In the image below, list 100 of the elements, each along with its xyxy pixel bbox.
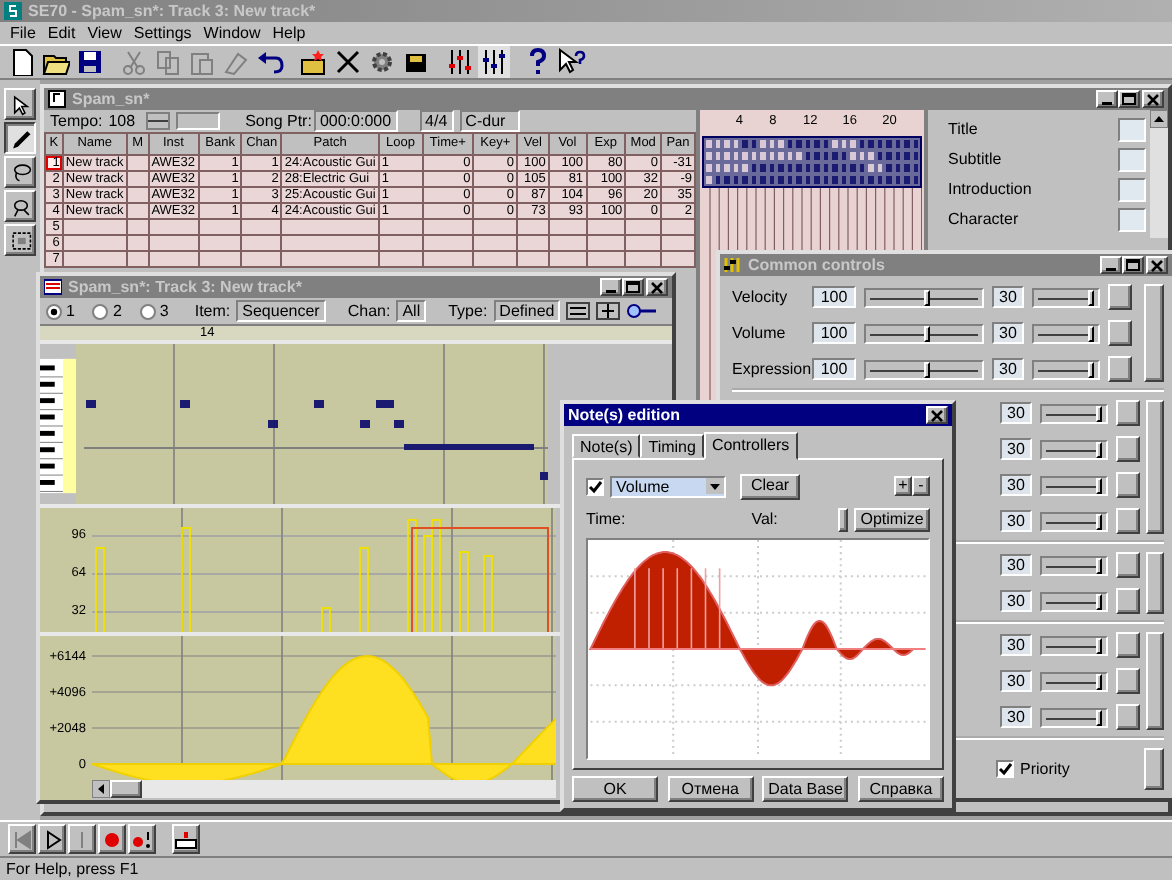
slider[interactable] bbox=[864, 287, 984, 307]
slider-thumb[interactable] bbox=[1087, 289, 1094, 305]
small-button[interactable] bbox=[1108, 356, 1132, 382]
grid-cell[interactable] bbox=[884, 162, 893, 174]
value-field[interactable]: 30 bbox=[1000, 634, 1032, 656]
tab[interactable]: Note(s) bbox=[572, 434, 641, 458]
grid-cell[interactable] bbox=[704, 138, 713, 150]
grid-cell[interactable] bbox=[722, 150, 731, 162]
grid-cell[interactable] bbox=[794, 162, 803, 174]
slider[interactable] bbox=[864, 359, 984, 379]
type-field[interactable]: Defined bbox=[493, 300, 561, 322]
grid-cell[interactable] bbox=[830, 162, 839, 174]
value-field[interactable]: 30 bbox=[1000, 510, 1032, 532]
grid-cell[interactable] bbox=[758, 150, 767, 162]
value-field[interactable]: 30 bbox=[1000, 554, 1032, 576]
menu-item[interactable]: Window bbox=[197, 23, 267, 43]
slider[interactable] bbox=[1040, 439, 1108, 459]
grid-cell[interactable] bbox=[848, 138, 857, 150]
tall-button[interactable] bbox=[1146, 552, 1164, 614]
value-field[interactable]: 30 bbox=[992, 322, 1024, 344]
small-button[interactable] bbox=[1116, 552, 1140, 578]
grid-cell[interactable] bbox=[722, 174, 731, 186]
slider-thumb[interactable] bbox=[1095, 637, 1102, 653]
value-field[interactable]: 100 bbox=[812, 322, 856, 344]
value-field[interactable]: 30 bbox=[992, 286, 1024, 308]
grid-cell[interactable] bbox=[812, 138, 821, 150]
slider-thumb[interactable] bbox=[1095, 673, 1102, 689]
grid-cell[interactable] bbox=[911, 174, 920, 186]
plus-icon[interactable] bbox=[596, 302, 621, 320]
slider-thumb[interactable] bbox=[1095, 405, 1102, 421]
mixer-button[interactable] bbox=[444, 46, 476, 78]
scroll-left-icon[interactable] bbox=[92, 780, 110, 798]
grid-cell[interactable] bbox=[848, 162, 857, 174]
scrollbar[interactable] bbox=[92, 780, 556, 798]
dialog-button[interactable]: OK bbox=[572, 776, 658, 802]
spinner-icon[interactable] bbox=[145, 112, 170, 130]
slider-thumb[interactable] bbox=[1095, 709, 1102, 725]
value-field[interactable]: 30 bbox=[1000, 670, 1032, 692]
stop-button[interactable] bbox=[68, 824, 96, 854]
grid-cell[interactable] bbox=[740, 162, 749, 174]
mixer-button[interactable] bbox=[172, 824, 200, 854]
grid-cell[interactable] bbox=[902, 138, 911, 150]
grid-cell[interactable] bbox=[830, 138, 839, 150]
value-field[interactable]: 30 bbox=[1000, 590, 1032, 612]
small-button[interactable] bbox=[1108, 320, 1132, 346]
tall-button[interactable] bbox=[1146, 400, 1164, 534]
slider-thumb[interactable] bbox=[924, 361, 931, 377]
grid-cell[interactable] bbox=[830, 174, 839, 186]
grid-cell[interactable] bbox=[740, 150, 749, 162]
checkbox[interactable] bbox=[996, 760, 1014, 778]
handle[interactable] bbox=[838, 507, 848, 531]
grid-cell[interactable] bbox=[848, 150, 857, 162]
item-field[interactable]: Sequencer bbox=[236, 300, 326, 322]
sliders-button[interactable] bbox=[478, 46, 510, 78]
save-disk-button[interactable] bbox=[74, 46, 106, 78]
value-field[interactable]: 30 bbox=[1000, 706, 1032, 728]
slider[interactable] bbox=[1040, 671, 1108, 691]
slider[interactable] bbox=[1040, 591, 1108, 611]
grid-cell[interactable] bbox=[704, 150, 713, 162]
play-button[interactable] bbox=[38, 824, 66, 854]
slider[interactable] bbox=[1040, 555, 1108, 575]
grid-cell[interactable] bbox=[758, 138, 767, 150]
input-field[interactable] bbox=[175, 112, 220, 130]
slider[interactable] bbox=[1040, 635, 1108, 655]
dialog-button[interactable]: Data Base bbox=[762, 776, 849, 802]
slider-thumb[interactable] bbox=[1087, 361, 1094, 377]
grid-cell[interactable] bbox=[812, 174, 821, 186]
optimize-button[interactable]: Optimize bbox=[854, 507, 930, 531]
close-button[interactable] bbox=[926, 406, 948, 424]
folder-star-button[interactable] bbox=[298, 46, 330, 78]
value-field[interactable]: 30 bbox=[1000, 402, 1032, 424]
small-button[interactable] bbox=[1116, 508, 1140, 534]
maximize-button[interactable] bbox=[1122, 256, 1144, 274]
slider[interactable] bbox=[864, 323, 984, 343]
copy-button[interactable] bbox=[152, 46, 184, 78]
grid-cell[interactable] bbox=[776, 138, 785, 150]
small-button[interactable] bbox=[1116, 704, 1140, 730]
record-step-button[interactable] bbox=[128, 824, 156, 854]
close-button[interactable] bbox=[1142, 90, 1164, 108]
menu-item[interactable]: Edit bbox=[41, 23, 82, 43]
grid-cell[interactable] bbox=[884, 150, 893, 162]
radio-button[interactable]: 3 bbox=[139, 301, 169, 321]
grid-cell[interactable] bbox=[902, 150, 911, 162]
grid-cell[interactable] bbox=[722, 162, 731, 174]
grid-cell[interactable] bbox=[902, 174, 911, 186]
checkbox[interactable] bbox=[586, 477, 604, 495]
slider[interactable] bbox=[1032, 287, 1100, 307]
plus-button[interactable]: + bbox=[894, 476, 912, 496]
slider[interactable] bbox=[1032, 323, 1100, 343]
input-field[interactable] bbox=[1118, 118, 1146, 142]
grid-cell[interactable] bbox=[776, 174, 785, 186]
grid-cell[interactable] bbox=[884, 174, 893, 186]
menu-item[interactable]: Help bbox=[266, 23, 312, 43]
grid-cell[interactable] bbox=[794, 150, 803, 162]
minus-button[interactable]: - bbox=[912, 476, 930, 496]
value-field[interactable]: 30 bbox=[1000, 438, 1032, 460]
record-button[interactable] bbox=[98, 824, 126, 854]
grid-cell[interactable] bbox=[758, 162, 767, 174]
tab[interactable]: Timing bbox=[640, 434, 704, 458]
help-pointer-button[interactable] bbox=[556, 46, 588, 78]
